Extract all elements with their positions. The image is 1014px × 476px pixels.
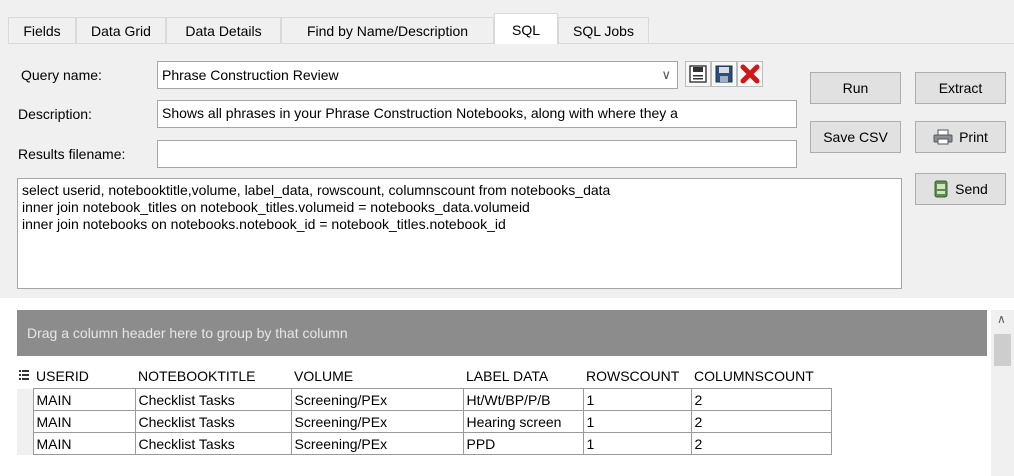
scroll-up-icon[interactable]: ∧: [997, 312, 1006, 326]
send-button-label: Send: [955, 181, 988, 197]
tab-find-by-name[interactable]: Find by Name/Description: [281, 17, 494, 43]
save-as-icon[interactable]: [711, 61, 737, 87]
column-header-userid[interactable]: USERID: [33, 364, 135, 389]
cell-notebooktitle[interactable]: Checklist Tasks: [134, 432, 292, 455]
cell-columnscount[interactable]: 2: [690, 410, 832, 433]
description-label: Description:: [18, 106, 92, 122]
tab-fields[interactable]: Fields: [8, 17, 76, 43]
run-button[interactable]: Run: [810, 72, 901, 104]
save-icon[interactable]: [685, 61, 711, 87]
run-button-label: Run: [842, 80, 869, 96]
chevron-down-icon[interactable]: ∨: [661, 66, 671, 84]
vertical-scrollbar[interactable]: ∧: [991, 310, 1014, 476]
send-icon: [933, 180, 949, 198]
column-header-volume[interactable]: VOLUME: [291, 364, 463, 389]
scrollbar-thumb[interactable]: [994, 334, 1011, 366]
cell-label-data[interactable]: Ht/Wt/BP/P/B: [462, 388, 584, 411]
tab-label: Find by Name/Description: [306, 23, 469, 39]
tab-strip: Fields Data Grid Data Details Find by Na…: [0, 0, 1014, 44]
column-header-notebooktitle[interactable]: NOTEBOOKTITLE: [135, 364, 291, 389]
row-indicator[interactable]: [17, 388, 34, 411]
printer-icon: [933, 129, 953, 145]
tab-label: Data Details: [185, 23, 262, 39]
results-filename-label: Results filename:: [18, 146, 126, 162]
query-name-select[interactable]: Phrase Construction Review ∨: [157, 61, 678, 89]
tab-data-details[interactable]: Data Details: [166, 17, 281, 43]
cell-notebooktitle[interactable]: Checklist Tasks: [134, 388, 292, 411]
results-filename-field[interactable]: [157, 140, 797, 168]
delete-icon[interactable]: [737, 61, 763, 87]
cell-notebooktitle[interactable]: Checklist Tasks: [134, 410, 292, 433]
print-button[interactable]: Print: [915, 121, 1006, 153]
extract-button[interactable]: Extract: [915, 72, 1006, 104]
column-header-label-data[interactable]: LABEL DATA: [463, 364, 583, 389]
tab-label: Fields: [23, 23, 61, 39]
column-chooser-icon[interactable]: [17, 364, 33, 389]
header-row: USERID NOTEBOOKTITLE VOLUME LABEL DATA R…: [17, 364, 831, 389]
extract-button-label: Extract: [938, 80, 983, 96]
column-header-rowscount[interactable]: ROWSCOUNT: [583, 364, 691, 389]
cell-rowscount[interactable]: 1: [582, 432, 692, 455]
row-indicator[interactable]: [17, 410, 34, 433]
table-row[interactable]: MAIN Checklist Tasks Screening/PEx Heari…: [17, 410, 832, 433]
table-row[interactable]: MAIN Checklist Tasks Screening/PEx Ht/Wt…: [17, 388, 832, 411]
tab-sql-jobs[interactable]: SQL Jobs: [558, 17, 649, 43]
send-button[interactable]: Send: [915, 173, 1006, 205]
cell-volume[interactable]: Screening/PEx: [290, 410, 464, 433]
query-name-value: Phrase Construction Review: [162, 67, 339, 83]
tab-label: Data Grid: [91, 23, 151, 39]
cell-columnscount[interactable]: 2: [690, 432, 832, 455]
sql-editor[interactable]: select userid, notebooktitle,volume, lab…: [17, 178, 902, 289]
column-header-columnscount[interactable]: COLUMNSCOUNT: [691, 364, 831, 389]
print-button-label: Print: [959, 129, 988, 145]
cell-label-data[interactable]: Hearing screen: [462, 410, 584, 433]
tab-label: SQL: [511, 21, 540, 38]
cell-rowscount[interactable]: 1: [582, 410, 692, 433]
results-table: USERID NOTEBOOKTITLE VOLUME LABEL DATA R…: [17, 364, 832, 455]
cell-rowscount[interactable]: 1: [582, 388, 692, 411]
row-indicator[interactable]: [17, 432, 34, 455]
save-csv-button[interactable]: Save CSV: [810, 121, 901, 153]
cell-volume[interactable]: Screening/PEx: [290, 432, 464, 455]
cell-userid[interactable]: MAIN: [32, 388, 136, 411]
tab-sql[interactable]: SQL: [494, 13, 558, 44]
cell-userid[interactable]: MAIN: [32, 432, 136, 455]
tab-label: SQL Jobs: [573, 23, 634, 39]
description-field[interactable]: Shows all phrases in your Phrase Constru…: [157, 100, 797, 128]
tab-data-grid[interactable]: Data Grid: [76, 17, 166, 43]
cell-label-data[interactable]: PPD: [462, 432, 584, 455]
group-by-panel[interactable]: Drag a column header here to group by th…: [17, 310, 987, 356]
cell-columnscount[interactable]: 2: [690, 388, 832, 411]
query-name-label: Query name:: [21, 67, 102, 83]
save-csv-button-label: Save CSV: [823, 129, 888, 145]
table-row[interactable]: MAIN Checklist Tasks Screening/PEx PPD 1…: [17, 432, 832, 455]
cell-userid[interactable]: MAIN: [32, 410, 136, 433]
cell-volume[interactable]: Screening/PEx: [290, 388, 464, 411]
